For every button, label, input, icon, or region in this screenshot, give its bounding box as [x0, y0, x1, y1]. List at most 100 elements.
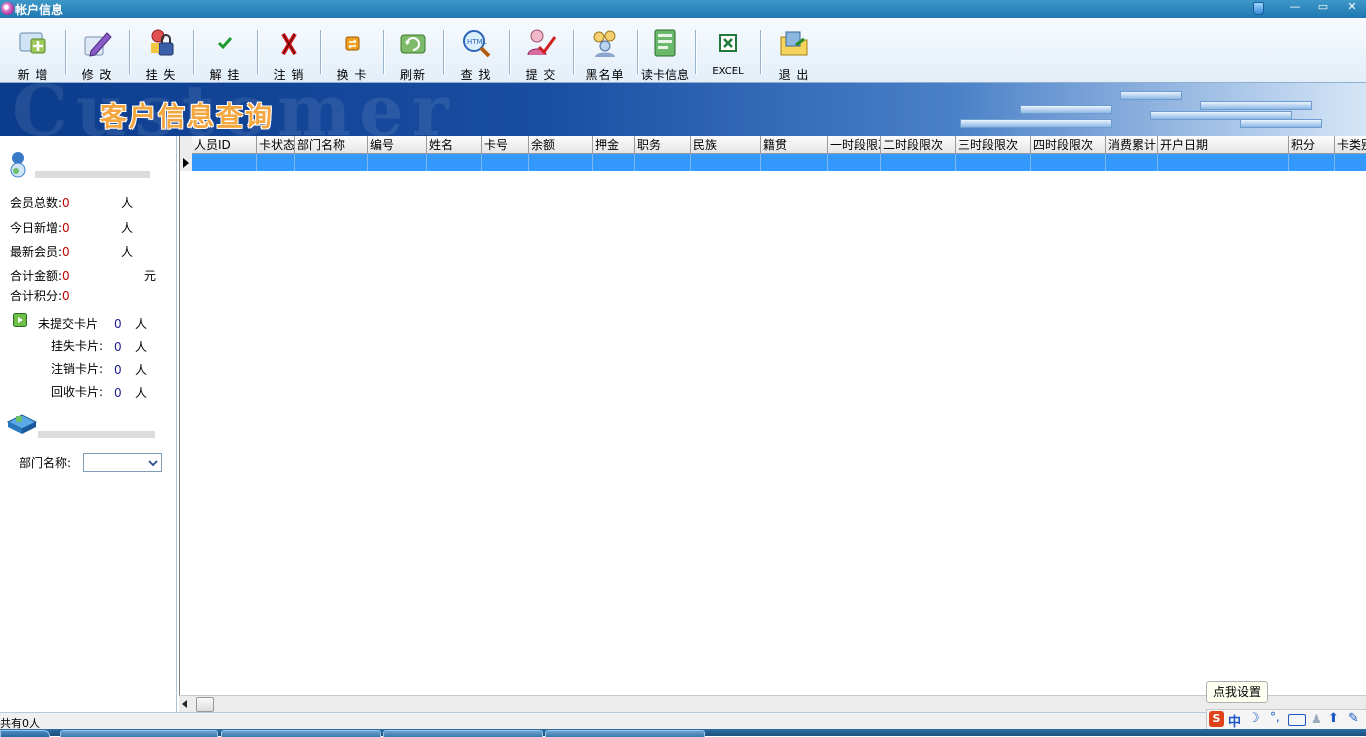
- column-header[interactable]: 籍贯: [761, 136, 828, 154]
- cell-divider: [256, 154, 257, 171]
- banner-title: 客户信息查询: [100, 102, 274, 133]
- column-header[interactable]: 四时段限次: [1031, 136, 1106, 154]
- toolbar-label: 修 改: [81, 68, 113, 82]
- search-button[interactable]: HTML 查 找: [446, 24, 506, 82]
- moon-icon[interactable]: ☽: [1248, 711, 1260, 726]
- column-header[interactable]: 部门名称: [295, 136, 368, 154]
- skin-shirt-icon[interactable]: ⬆: [1328, 711, 1339, 726]
- column-header[interactable]: 一时段限次: [828, 136, 881, 154]
- blacklist-button[interactable]: 黑名单: [576, 24, 634, 82]
- column-header[interactable]: 卡类别: [1335, 136, 1366, 154]
- toolbar-label: 刷新: [399, 68, 426, 82]
- punctuation-icon[interactable]: °,: [1270, 710, 1280, 724]
- excel-button[interactable]: EXCEL: [699, 24, 757, 80]
- cancel-card-button[interactable]: 注 销: [260, 24, 318, 82]
- card-count: 0: [114, 340, 122, 354]
- search-html-icon: HTML: [463, 30, 491, 58]
- horizontal-scrollbar[interactable]: [179, 695, 1366, 712]
- swap-card-icon: [345, 36, 360, 51]
- close-button[interactable]: ✕: [1338, 0, 1366, 17]
- title-bar: 帐户信息 — ▭ ✕: [0, 0, 1366, 18]
- cell-divider: [760, 154, 761, 171]
- stat-unit: 人: [121, 245, 134, 259]
- scroll-thumb[interactable]: [196, 697, 214, 712]
- column-header[interactable]: 押金: [593, 136, 635, 154]
- add-card-icon: [19, 32, 46, 54]
- lock-person-icon: [151, 29, 174, 56]
- column-header[interactable]: 三时段限次: [956, 136, 1031, 154]
- status-bar: 共有0人: [0, 712, 1366, 730]
- swap-card-button[interactable]: 换 卡: [323, 24, 381, 82]
- scroll-left-icon[interactable]: [182, 700, 187, 708]
- column-header[interactable]: 卡状态: [257, 136, 295, 154]
- sogou-logo-icon[interactable]: S: [1209, 711, 1224, 727]
- cell-divider: [827, 154, 828, 171]
- account-grid[interactable]: 人员ID卡状态部门名称编号姓名卡号余额押金职务民族籍贯一时段限次二时段限次三时段…: [179, 136, 1366, 695]
- read-card-button[interactable]: 读卡信息: [638, 24, 692, 82]
- cell-divider: [367, 154, 368, 171]
- department-label: 部门名称:: [19, 456, 72, 470]
- column-header[interactable]: 民族: [691, 136, 761, 154]
- column-header[interactable]: 积分: [1289, 136, 1335, 154]
- card-recovered: 回收卡片:: [51, 385, 104, 399]
- column-header[interactable]: 卡号: [482, 136, 529, 154]
- stat-total-members: 会员总数:0: [10, 196, 70, 210]
- column-header[interactable]: 人员ID: [192, 136, 257, 154]
- refresh-icon: [400, 34, 426, 54]
- window-title: 帐户信息: [15, 3, 64, 17]
- report-loss-button[interactable]: 挂 失: [132, 24, 190, 82]
- refresh-button[interactable]: 刷新: [386, 24, 440, 82]
- card-lost: 挂失卡片:: [51, 339, 104, 353]
- ime-toolbar[interactable]: S 中 ☽ °, ♟ ⬆ ✎: [1206, 709, 1366, 731]
- column-header[interactable]: 开户日期: [1158, 136, 1289, 154]
- app-icon: [1, 2, 14, 15]
- toolbar-label: 解 挂: [209, 68, 241, 82]
- cell-divider: [1157, 154, 1158, 171]
- column-header[interactable]: 消费累计: [1106, 136, 1158, 154]
- add-button[interactable]: 新 增: [4, 24, 62, 82]
- column-header[interactable]: 姓名: [427, 136, 482, 154]
- table-row-selected[interactable]: [192, 154, 1366, 171]
- column-header[interactable]: 余额: [529, 136, 593, 154]
- ime-tooltip: 点我设置: [1206, 681, 1269, 703]
- wrench-icon[interactable]: ✎: [1348, 711, 1359, 726]
- banner: Customer 客户信息查询: [0, 83, 1366, 136]
- blacklist-group-icon: [593, 30, 616, 57]
- maximize-button[interactable]: ▭: [1309, 0, 1337, 17]
- pin-icon[interactable]: [1248, 0, 1268, 17]
- ime-mode[interactable]: 中: [1228, 711, 1241, 730]
- taskbar: [0, 729, 1366, 737]
- minimize-button[interactable]: —: [1281, 0, 1309, 17]
- toolbar-label: 黑名单: [585, 68, 625, 82]
- cell-divider: [1288, 154, 1289, 171]
- column-header[interactable]: 职务: [635, 136, 691, 154]
- cell-divider: [294, 154, 295, 171]
- exit-button[interactable]: 退 出: [764, 24, 824, 82]
- toolbar-label: 新 增: [17, 68, 49, 82]
- cell-divider: [426, 154, 427, 171]
- card-unsubmitted: 未提交卡片: [38, 317, 99, 331]
- x-cancel-icon: [281, 32, 297, 56]
- department-icon: [6, 414, 38, 434]
- card-unit: 人: [135, 363, 148, 377]
- department-select[interactable]: [83, 453, 162, 472]
- card-count: 0: [114, 317, 122, 331]
- column-header[interactable]: 二时段限次: [881, 136, 956, 154]
- column-header[interactable]: 编号: [368, 136, 427, 154]
- user-icon[interactable]: ♟: [1311, 712, 1322, 726]
- cell-divider: [592, 154, 593, 171]
- card-count: 0: [114, 386, 122, 400]
- summary-panel: 会员总数:0 人 今日新增:0 人 最新会员:0 人 合计金额:0 元 合计积分…: [0, 136, 177, 712]
- cell-divider: [1334, 154, 1335, 171]
- stat-unit: 元: [144, 269, 157, 283]
- submit-button[interactable]: 提 交: [512, 24, 570, 82]
- stat-today-new: 今日新增:0: [10, 221, 70, 235]
- current-row-icon: [183, 158, 189, 168]
- unlock-button[interactable]: 解 挂: [196, 24, 254, 82]
- edit-button[interactable]: 修 改: [68, 24, 126, 82]
- cell-divider: [1105, 154, 1106, 171]
- stat-latest-members: 最新会员:0: [10, 245, 70, 259]
- member-icon: [10, 152, 26, 178]
- expand-icon[interactable]: [13, 313, 27, 327]
- keyboard-icon[interactable]: [1288, 714, 1306, 726]
